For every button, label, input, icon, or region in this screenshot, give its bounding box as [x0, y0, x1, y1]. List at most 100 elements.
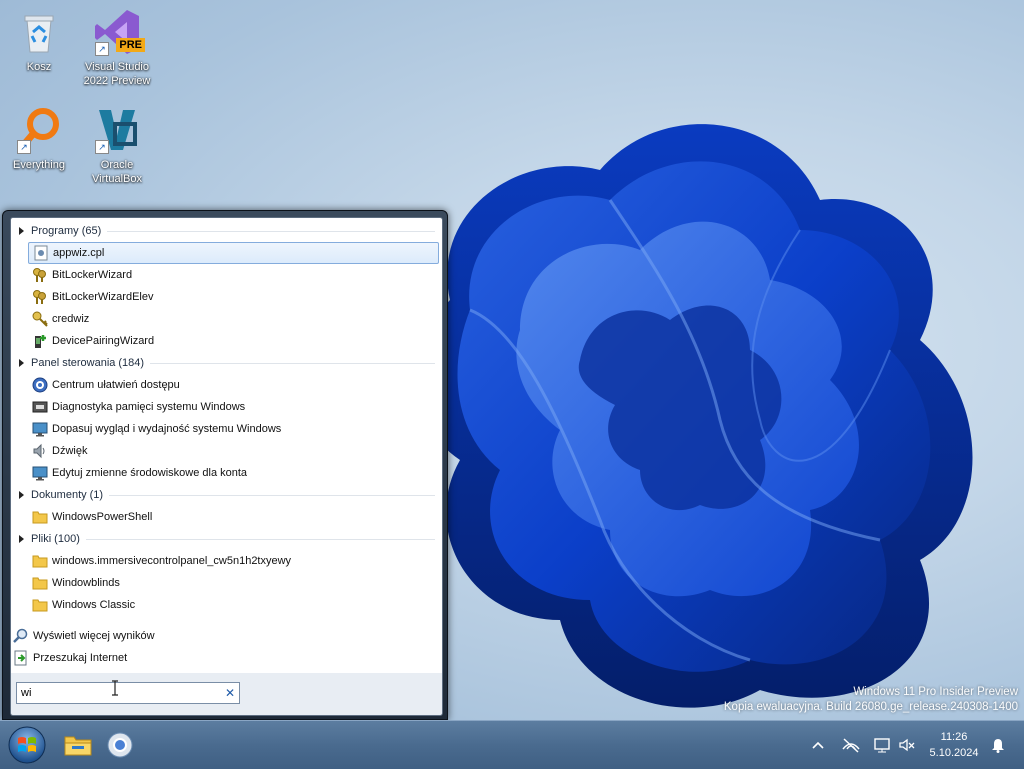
result-label: credwiz [52, 313, 90, 325]
search-results-pane: Programy (65) appwiz.cpl BitLockerWizard… [10, 217, 443, 674]
desktop-icon-label: Visual Studio 2022 Preview [83, 61, 151, 87]
group-divider [85, 538, 435, 540]
result-item-performance-options[interactable]: Dopasuj wygląd i wydajność systemu Windo… [28, 418, 439, 440]
control-panel-applet-icon [33, 245, 49, 261]
result-label: Windowblinds [52, 577, 120, 589]
result-label: Edytuj zmienne środowiskowe dla konta [52, 467, 248, 479]
desktop-icon-visual-studio[interactable]: PRE ↗ Visual Studio 2022 Preview [80, 8, 154, 88]
result-label: windows.immersivecontrolpanel_cw5n1h2txy… [52, 555, 292, 567]
group-name: Panel sterowania [31, 357, 116, 369]
monitor-icon [32, 421, 48, 437]
folder-icon [64, 736, 92, 756]
text-cursor-icon [112, 680, 118, 696]
shortcut-arrow-icon: ↗ [95, 140, 109, 154]
search-area: ✕ [10, 673, 443, 716]
result-item-sound[interactable]: Dźwięk [28, 440, 439, 462]
group-count: (184) [118, 357, 145, 369]
group-header-programs[interactable]: Programy (65) [19, 220, 435, 242]
clock-time: 11:26 [940, 731, 968, 743]
speaker-icon [32, 443, 48, 459]
group-count: (65) [81, 225, 102, 237]
result-item-environment-variables[interactable]: Edytuj zmienne środowiskowe dla konta [28, 462, 439, 484]
start-button[interactable] [8, 726, 46, 764]
result-label: appwiz.cpl [53, 247, 105, 259]
network-disconnected-icon[interactable] [842, 737, 860, 753]
virtualbox-icon: ↗ [93, 106, 141, 154]
taskbar: 11:26 5.10.2024 [0, 720, 1024, 769]
folder-icon [32, 509, 48, 525]
watermark-line2: Kopia ewaluacyjna. Build 26080.ge_releas… [723, 701, 1018, 713]
display-icon[interactable] [874, 737, 890, 753]
shortcut-arrow-icon: ↗ [17, 140, 31, 154]
start-search-input[interactable] [17, 687, 221, 699]
group-count: (100) [54, 533, 80, 545]
group-divider [107, 230, 435, 232]
bell-icon[interactable] [990, 737, 1006, 753]
result-item-appwiz[interactable]: appwiz.cpl [28, 242, 439, 264]
desktop-icon-recycle-bin[interactable]: Kosz [2, 8, 76, 74]
group-count: (1) [89, 489, 104, 501]
expand-triangle-icon [19, 359, 24, 367]
taskbar-file-explorer[interactable] [60, 727, 96, 763]
result-item-memory-diagnostics[interactable]: Diagnostyka pamięci systemu Windows [28, 396, 439, 418]
device-pairing-icon [32, 333, 48, 349]
recycle-bin-icon [15, 8, 63, 56]
result-item-bitlockerwizard[interactable]: BitLockerWizard [28, 264, 439, 286]
group-header-control-panel[interactable]: Panel sterowania (184) [19, 352, 435, 374]
desktop-icon-label: Kosz [26, 61, 52, 73]
result-label: BitLockerWizard [52, 269, 133, 281]
result-label: Dopasuj wygląd i wydajność systemu Windo… [52, 423, 282, 435]
start-search-box[interactable]: ✕ [16, 682, 240, 704]
result-item-windowspowershell[interactable]: WindowsPowerShell [28, 506, 439, 528]
result-label: WindowsPowerShell [52, 511, 153, 523]
result-item-windowblinds[interactable]: Windowblinds [28, 572, 439, 594]
result-item-accessibility-center[interactable]: Centrum ułatwień dostępu [28, 374, 439, 396]
result-label: DevicePairingWizard [52, 335, 155, 347]
desktop-icon-virtualbox[interactable]: ↗ Oracle VirtualBox [80, 106, 154, 186]
group-header-documents[interactable]: Dokumenty (1) [19, 484, 435, 506]
expand-triangle-icon [19, 491, 24, 499]
close-icon[interactable]: ✕ [221, 686, 239, 700]
result-item-immersivecontrolpanel[interactable]: windows.immersivecontrolpanel_cw5n1h2txy… [28, 550, 439, 572]
folder-icon [32, 597, 48, 613]
result-item-windows-classic[interactable]: Windows Classic [28, 594, 439, 616]
group-header-files[interactable]: Pliki (100) [19, 528, 435, 550]
windows-orb-icon [8, 726, 46, 764]
result-label: Diagnostyka pamięci systemu Windows [52, 401, 246, 413]
keys-icon [32, 289, 48, 305]
visual-studio-icon: PRE ↗ [93, 8, 145, 56]
start-menu: Programy (65) appwiz.cpl BitLockerWizard… [2, 210, 448, 720]
system-tray: 11:26 5.10.2024 [804, 721, 1024, 769]
result-item-credwiz[interactable]: credwiz [28, 308, 439, 330]
search-icon [13, 628, 29, 644]
group-name: Dokumenty [31, 489, 87, 501]
keys-icon [32, 267, 48, 283]
show-more-results-link[interactable]: Wyświetl więcej wyników [13, 625, 155, 647]
folder-icon [32, 553, 48, 569]
taskbar-chrome[interactable] [102, 727, 138, 763]
desktop-icon-label: Oracle VirtualBox [92, 159, 142, 185]
result-label: Centrum ułatwień dostępu [52, 379, 180, 391]
chevron-up-icon[interactable] [810, 737, 826, 753]
group-name: Pliki [31, 533, 52, 545]
search-internet-label: Przeszukaj Internet [33, 652, 128, 664]
key-icon [32, 311, 48, 327]
internet-search-icon [13, 650, 29, 666]
desktop-icon-label: Everything [13, 159, 65, 171]
desktop-icon-everything[interactable]: ↗ Everything [2, 106, 76, 172]
system-clock[interactable]: 11:26 5.10.2024 [924, 729, 984, 761]
volume-muted-icon[interactable] [898, 737, 915, 753]
result-item-bitlockerwizardelev[interactable]: BitLockerWizardElev [28, 286, 439, 308]
result-item-devicepairingwizard[interactable]: DevicePairingWizard [28, 330, 439, 352]
search-internet-link[interactable]: Przeszukaj Internet [13, 647, 127, 669]
folder-icon [32, 575, 48, 591]
chrome-icon [107, 732, 133, 758]
result-label: BitLockerWizardElev [52, 291, 154, 303]
clock-date: 5.10.2024 [929, 747, 979, 759]
more-results-label: Wyświetl więcej wyników [33, 630, 155, 642]
result-label: Windows Classic [52, 599, 136, 611]
watermark-line1: Windows 11 Pro Insider Preview [853, 686, 1018, 698]
memory-chip-icon [32, 399, 48, 415]
group-divider [150, 362, 435, 364]
shortcut-arrow-icon: ↗ [95, 42, 109, 56]
